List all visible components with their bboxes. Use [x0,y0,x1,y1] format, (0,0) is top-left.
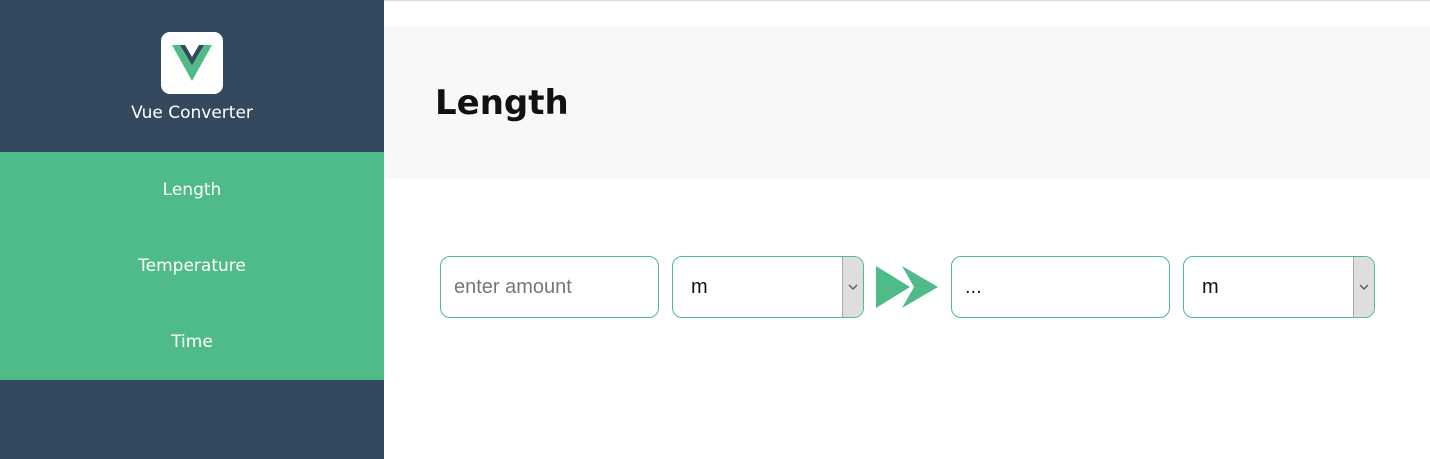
to-unit-select[interactable]: m [1183,256,1375,318]
page-title: Length [435,83,569,123]
result-field[interactable] [951,256,1170,318]
amount-input[interactable] [440,256,659,318]
double-chevron-right-icon [876,266,938,308]
logo-box [161,32,223,94]
from-unit-select[interactable]: m [672,256,864,318]
sidebar-nav: Length Temperature Time [0,152,384,380]
to-unit-value: m [1202,275,1219,298]
brand-name: Vue Converter [131,103,253,123]
top-divider [384,0,1430,1]
from-unit-value: m [691,275,708,298]
sidebar-item-time[interactable]: Time [0,304,384,380]
sidebar-item-temperature[interactable]: Temperature [0,228,384,304]
page-header: Length [384,27,1430,179]
chevron-down-icon[interactable] [1353,257,1374,317]
brand[interactable]: Vue Converter [0,0,384,152]
vue-logo-icon [172,45,212,81]
sidebar: Vue Converter Length Temperature Time [0,0,384,459]
chevron-down-icon[interactable] [842,257,863,317]
sidebar-item-length[interactable]: Length [0,152,384,228]
